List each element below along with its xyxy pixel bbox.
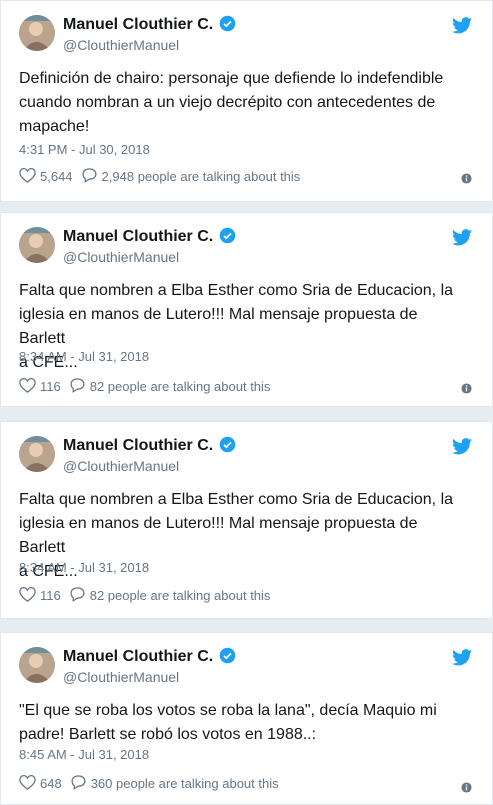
author-name[interactable]: Manuel Clouthier C.: [63, 15, 236, 37]
author-handle[interactable]: @ClouthierManuel: [63, 458, 179, 474]
author-name[interactable]: Manuel Clouthier C.: [63, 227, 236, 249]
author-name-text: Manuel Clouthier C.: [63, 228, 214, 245]
twitter-bird-icon[interactable]: [452, 649, 472, 671]
talking-count[interactable]: 82 people are talking about this: [90, 588, 271, 603]
talking-count[interactable]: 2,948 people are talking about this: [102, 169, 301, 184]
tweet-timestamp[interactable]: 8:34 AM - Jul 31, 2018: [19, 349, 149, 364]
author-name-text: Manuel Clouthier C.: [63, 648, 214, 665]
tweet-card[interactable]: Manuel Clouthier C. @ClouthierManuel Fal…: [0, 212, 493, 407]
author-name[interactable]: Manuel Clouthier C.: [63, 647, 236, 669]
tweet-card[interactable]: Manuel Clouthier C. @ClouthierManuel Def…: [0, 0, 493, 202]
avatar[interactable]: [19, 227, 55, 263]
talking-count[interactable]: 360 people are talking about this: [91, 776, 279, 791]
tweet-card[interactable]: Manuel Clouthier C. @ClouthierManuel Fal…: [0, 421, 493, 619]
avatar[interactable]: [19, 647, 55, 683]
verified-badge-icon: [219, 647, 236, 669]
like-count[interactable]: 116: [40, 588, 61, 603]
heart-icon[interactable]: [19, 377, 40, 396]
tweet-text: "El que se roba los votos se roba la lan…: [19, 702, 437, 743]
author-handle[interactable]: @ClouthierManuel: [63, 37, 179, 53]
twitter-bird-icon[interactable]: [452, 17, 472, 39]
reply-bubble-icon[interactable]: [70, 774, 91, 793]
tweet-actions: 5,644 2,948 people are talking about thi…: [19, 167, 300, 186]
tweet-timestamp[interactable]: 8:45 AM - Jul 31, 2018: [19, 747, 149, 762]
reply-bubble-icon[interactable]: [69, 377, 90, 396]
like-count[interactable]: 648: [40, 776, 62, 791]
like-count[interactable]: 116: [40, 379, 61, 394]
author-handle[interactable]: @ClouthierManuel: [63, 669, 179, 685]
author-name-text: Manuel Clouthier C.: [63, 437, 214, 454]
reply-bubble-icon[interactable]: [81, 167, 102, 186]
author-name[interactable]: Manuel Clouthier C.: [63, 436, 236, 458]
heart-icon[interactable]: [19, 586, 40, 605]
twitter-bird-icon[interactable]: [452, 229, 472, 251]
tweet-actions: 116 82 people are talking about this: [19, 377, 270, 396]
info-icon[interactable]: [461, 780, 472, 798]
tweet-timestamp[interactable]: 8:34 AM - Jul 31, 2018: [19, 560, 149, 575]
tweet-text: Definición de chairo: personaje que defi…: [19, 70, 444, 135]
tweet-card[interactable]: Manuel Clouthier C. @ClouthierManuel "El…: [0, 632, 493, 805]
author-handle[interactable]: @ClouthierManuel: [63, 249, 179, 265]
like-count[interactable]: 5,644: [40, 169, 73, 184]
info-icon[interactable]: [461, 381, 472, 399]
talking-count[interactable]: 82 people are talking about this: [90, 379, 271, 394]
verified-badge-icon: [219, 436, 236, 458]
info-icon[interactable]: [461, 171, 472, 189]
heart-icon[interactable]: [19, 774, 40, 793]
verified-badge-icon: [219, 15, 236, 37]
twitter-bird-icon[interactable]: [452, 438, 472, 460]
avatar[interactable]: [19, 436, 55, 472]
tweet-timestamp[interactable]: 4:31 PM - Jul 30, 2018: [19, 142, 150, 157]
tweet-actions: 648 360 people are talking about this: [19, 774, 279, 793]
avatar[interactable]: [19, 15, 55, 51]
verified-badge-icon: [219, 227, 236, 249]
author-name-text: Manuel Clouthier C.: [63, 16, 214, 33]
reply-bubble-icon[interactable]: [69, 586, 90, 605]
tweet-actions: 116 82 people are talking about this: [19, 586, 270, 605]
heart-icon[interactable]: [19, 167, 40, 186]
